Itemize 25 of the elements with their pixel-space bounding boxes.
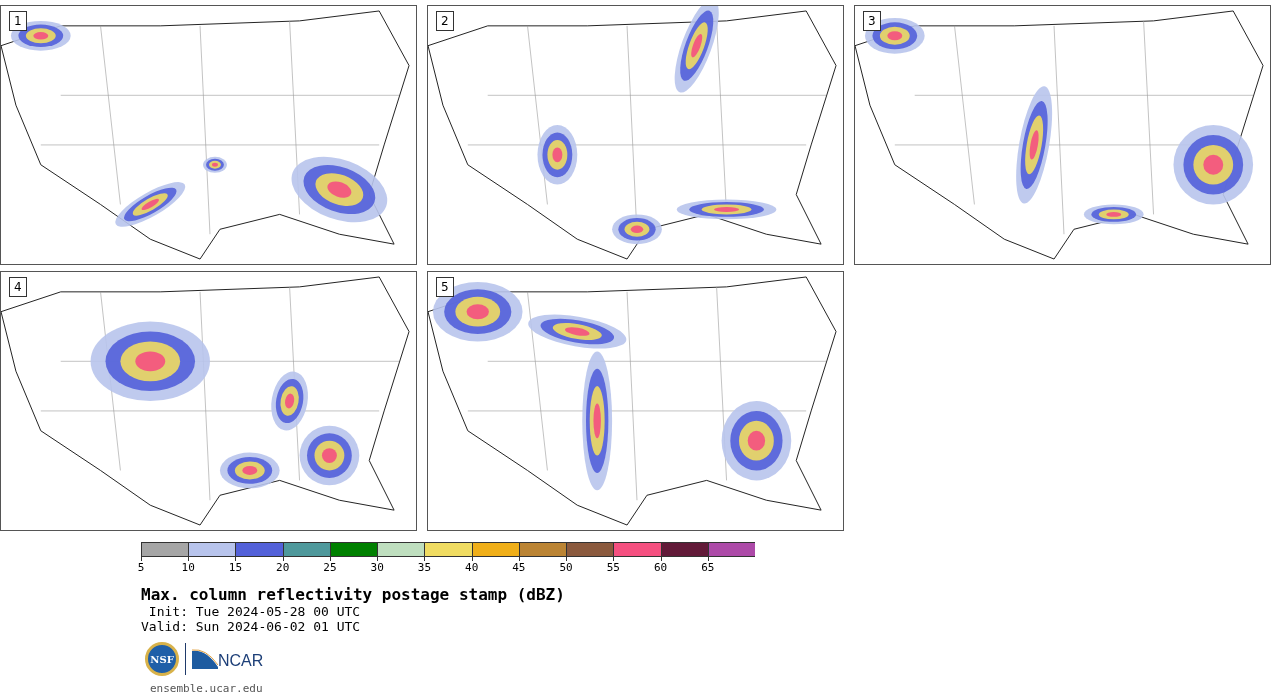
ncar-logo: NCAR <box>192 649 264 669</box>
scale-label: 20 <box>276 561 290 574</box>
panel-number: 2 <box>436 11 454 31</box>
nsf-logo: NSF <box>145 642 179 676</box>
chart-title: Max. column reflectivity postage stamp (dBZ) <box>141 586 565 604</box>
scale-label: 40 <box>465 561 479 574</box>
panel-number: 5 <box>436 277 454 297</box>
website-link[interactable]: ensemble.ucar.edu <box>150 682 263 695</box>
init-time: Init: Tue 2024-05-28 00 UTC <box>147 604 361 619</box>
scale-label: 45 <box>512 561 526 574</box>
swoosh-icon <box>192 649 218 669</box>
scale-label: 55 <box>606 561 620 574</box>
scale-label: 30 <box>370 561 384 574</box>
scale-label: 5 <box>137 561 145 574</box>
valid-time: Valid: Sun 2024-06-02 01 UTC <box>141 619 361 634</box>
panel-number: 4 <box>9 277 27 297</box>
scale-label: 25 <box>323 561 337 574</box>
scale-label: 15 <box>228 561 243 574</box>
panel-number: 3 <box>863 11 881 31</box>
scale-label: 65 <box>701 561 715 574</box>
panel-number: 1 <box>9 11 27 31</box>
scale-label: 50 <box>559 561 573 574</box>
scale-label: 60 <box>653 561 668 574</box>
scale-label: 10 <box>181 561 195 574</box>
scale-label: 35 <box>417 561 432 574</box>
